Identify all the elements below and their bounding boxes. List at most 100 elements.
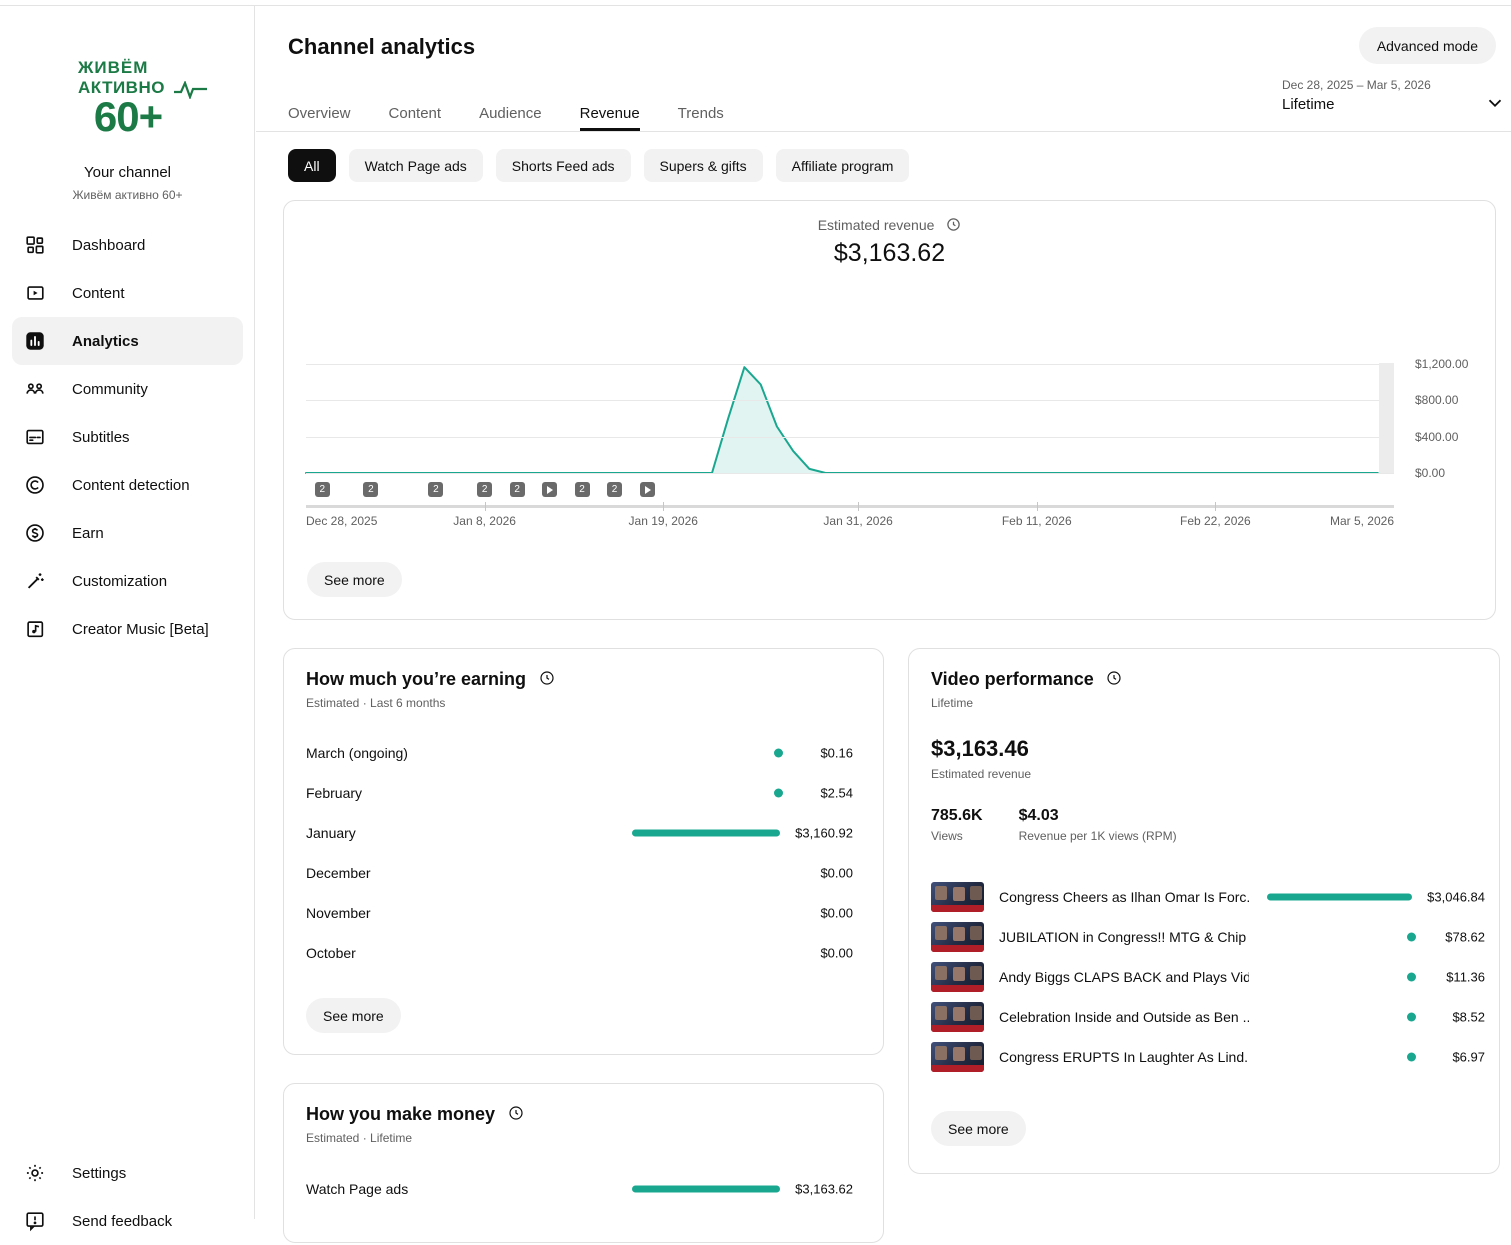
- sidebar: ЖИВЁМ АКТИВНО 60+ Your channel Живём акт…: [0, 6, 255, 1219]
- y-axis-label: $800.00: [1415, 393, 1458, 407]
- channel-name: Живём активно 60+: [0, 188, 255, 202]
- row-dot: [1407, 1053, 1416, 1062]
- video-marker-count-badge[interactable]: 2: [428, 482, 443, 497]
- sidebar-item-community[interactable]: Community: [12, 365, 243, 413]
- logo-line-2: АКТИВНО: [78, 78, 178, 98]
- video-thumbnail[interactable]: [931, 1002, 984, 1032]
- future-date-strip: [1379, 363, 1394, 473]
- advanced-mode-button[interactable]: Advanced mode: [1359, 27, 1496, 64]
- video-row[interactable]: Andy Biggs CLAPS BACK and Plays Vid...$1…: [909, 957, 1499, 997]
- sidebar-item-label: Creator Music [Beta]: [72, 621, 209, 638]
- metric-value: $3,163.62: [284, 239, 1495, 268]
- video-title: JUBILATION in Congress!! MTG & Chip ...: [999, 929, 1249, 945]
- video-row[interactable]: JUBILATION in Congress!! MTG & Chip ... $…: [909, 917, 1499, 957]
- video-title: Celebration Inside and Outside as Ben ..…: [999, 1009, 1249, 1025]
- video-thumbnail[interactable]: [931, 922, 984, 952]
- video-thumbnail[interactable]: [931, 962, 984, 992]
- row-label: March (ongoing): [306, 745, 408, 761]
- row-value: $0.00: [820, 906, 853, 921]
- y-axis-label: $0.00: [1415, 466, 1445, 480]
- gridline: [306, 400, 1394, 401]
- sidebar-item-earn[interactable]: Earn: [12, 509, 243, 557]
- tab-content[interactable]: Content: [389, 95, 442, 131]
- feedback-icon: [24, 1210, 46, 1232]
- sidebar-item-label: Settings: [72, 1165, 126, 1182]
- row-dot: [1407, 933, 1416, 942]
- video-stat: 785.6KViews: [931, 807, 983, 843]
- metric-row: March (ongoing) $0.16: [284, 733, 883, 773]
- earning-card-subtitle: Estimated · Last 6 months: [306, 696, 861, 710]
- channel-logo: ЖИВЁМ АКТИВНО 60+: [78, 58, 178, 138]
- timeline-tick: [485, 502, 486, 511]
- logo-line-3: 60+: [78, 96, 178, 138]
- earning-see-more-button[interactable]: See more: [306, 998, 401, 1033]
- row-bar: [1267, 894, 1412, 901]
- video-stat-value: 785.6K: [931, 807, 983, 825]
- video-stat-label: Revenue per 1K views (RPM): [1019, 829, 1177, 843]
- video-marker-play-badge[interactable]: [542, 482, 557, 497]
- video-card-revenue: $3,163.46: [931, 736, 1477, 762]
- video-marker-play-badge[interactable]: [640, 482, 655, 497]
- sidebar-item-subtitles[interactable]: Subtitles: [12, 413, 243, 461]
- x-axis-label: Jan 19, 2026: [629, 514, 698, 528]
- sidebar-item-content-detection[interactable]: Content detection: [12, 461, 243, 509]
- video-thumbnail[interactable]: [931, 882, 984, 912]
- content-detection-icon: [24, 474, 46, 496]
- video-row[interactable]: Celebration Inside and Outside as Ben ..…: [909, 997, 1499, 1037]
- row-value: $8.52: [1452, 1010, 1485, 1025]
- chart-see-more-button[interactable]: See more: [307, 562, 402, 597]
- chip-affiliate-program[interactable]: Affiliate program: [776, 149, 910, 182]
- video-row[interactable]: Congress ERUPTS In Laughter As Lind...$6…: [909, 1037, 1499, 1077]
- row-value: $78.62: [1445, 930, 1485, 945]
- sidebar-item-content[interactable]: Content: [12, 269, 243, 317]
- video-marker-count-badge[interactable]: 2: [575, 482, 590, 497]
- row-value: $0.16: [820, 746, 853, 761]
- metric-row: February$2.54: [284, 773, 883, 813]
- sidebar-item-label: Dashboard: [72, 237, 145, 254]
- x-axis-label: Dec 28, 2025: [306, 514, 377, 528]
- metric-row: January$3,160.92: [284, 813, 883, 853]
- video-marker-count-badge[interactable]: 2: [477, 482, 492, 497]
- video-performance-card: Video performance Lifetime $3,163.46 Est…: [908, 648, 1500, 1174]
- sidebar-item-settings[interactable]: Settings: [12, 1149, 243, 1197]
- video-row[interactable]: Congress Cheers as Ilhan Omar Is Forc...…: [909, 877, 1499, 917]
- money-card-title: How you make money: [306, 1104, 495, 1125]
- sidebar-item-label: Subtitles: [72, 429, 130, 446]
- row-label: November: [306, 905, 371, 921]
- money-card-subtitle: Estimated · Lifetime: [306, 1131, 861, 1145]
- clock-icon: [1106, 670, 1122, 686]
- timeline-scrubber[interactable]: [306, 505, 1394, 508]
- earn-icon: [24, 522, 46, 544]
- row-dot: [774, 789, 783, 798]
- metric-row: November $0.00: [284, 893, 883, 933]
- revenue-filter-chips: All Watch Page ads Shorts Feed ads Supers &…: [288, 149, 909, 182]
- row-value: $6.97: [1452, 1050, 1485, 1065]
- play-icon: [547, 486, 553, 494]
- clock-icon: [946, 217, 961, 232]
- video-stat: $4.03Revenue per 1K views (RPM): [1019, 807, 1177, 843]
- timeline-tick: [1215, 502, 1216, 511]
- clock-icon: [508, 1105, 524, 1121]
- video-marker-count-badge[interactable]: 2: [315, 482, 330, 497]
- sidebar-item-dashboard[interactable]: Dashboard: [12, 221, 243, 269]
- chip-shorts-feed-ads[interactable]: Shorts Feed ads: [496, 149, 631, 182]
- chip-all[interactable]: All: [288, 149, 336, 182]
- sidebar-item-customization[interactable]: Customization: [12, 557, 243, 605]
- tab-revenue[interactable]: Revenue: [580, 95, 640, 131]
- tab-overview[interactable]: Overview: [288, 95, 351, 131]
- row-bar: [632, 1186, 780, 1193]
- video-marker-count-badge[interactable]: 2: [607, 482, 622, 497]
- metric-row: December$0.00: [284, 853, 883, 893]
- video-marker-count-badge[interactable]: 2: [363, 482, 378, 497]
- sidebar-item-analytics[interactable]: Analytics: [12, 317, 243, 365]
- revenue-line-chart[interactable]: [306, 363, 1394, 477]
- video-see-more-button[interactable]: See more: [931, 1111, 1026, 1146]
- chip-supers-gifts[interactable]: Supers & gifts: [644, 149, 763, 182]
- sidebar-item-send-feedback[interactable]: Send feedback: [12, 1197, 243, 1245]
- chip-watch-page-ads[interactable]: Watch Page ads: [349, 149, 483, 182]
- sidebar-item-creator-music-beta[interactable]: Creator Music [Beta]: [12, 605, 243, 653]
- video-marker-count-badge[interactable]: 2: [510, 482, 525, 497]
- tab-audience[interactable]: Audience: [479, 95, 542, 131]
- tab-trends[interactable]: Trends: [678, 95, 724, 131]
- video-thumbnail[interactable]: [931, 1042, 984, 1072]
